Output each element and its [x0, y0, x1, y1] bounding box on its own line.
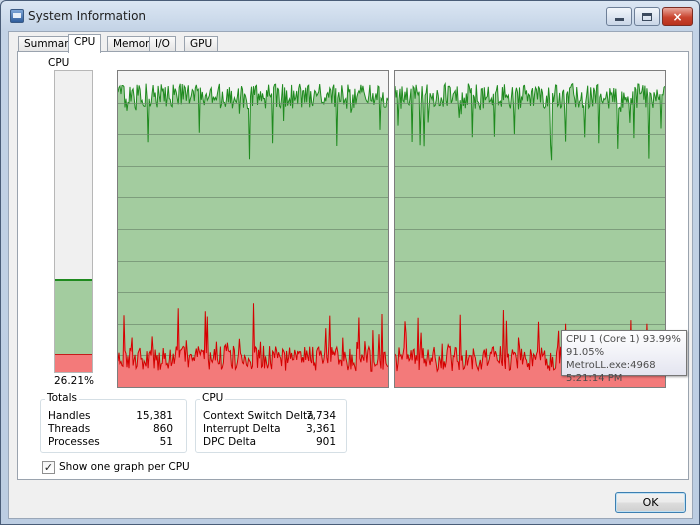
processes-value: 51 — [159, 436, 173, 448]
cpu-meter-label: CPU — [48, 57, 70, 69]
dpc-value: 901 — [315, 436, 336, 448]
ok-button[interactable]: OK — [615, 492, 686, 513]
totals-group-title: Totals — [45, 392, 79, 404]
tab-gpu[interactable]: GPU — [184, 36, 219, 52]
checkmark-icon: ✓ — [43, 461, 54, 474]
cpu-stats-row-interrupt: Interrupt Delta 3,361 — [203, 423, 336, 436]
maximize-button[interactable] — [634, 7, 660, 26]
tab-io[interactable]: I/O — [149, 36, 176, 52]
minimize-icon — [614, 18, 624, 21]
cpu-usage-meter — [54, 70, 93, 373]
close-icon: × — [672, 9, 683, 24]
totals-group: Totals Handles 15,381 Threads 860 Proces… — [40, 392, 187, 453]
cpu-stats-row-dpc: DPC Delta 901 — [203, 436, 336, 449]
system-information-window: System Information × Summary CPU Memory … — [0, 0, 700, 525]
cpu-stats-group-title: CPU — [200, 392, 226, 404]
cpu-graph-tooltip: CPU 1 (Core 1) 93.99% 91.05% MetroLL.exe… — [561, 330, 687, 384]
totals-row-threads: Threads 860 — [48, 423, 173, 436]
handles-value: 15,381 — [136, 410, 173, 422]
title-bar[interactable]: System Information × — [1, 1, 699, 31]
tooltip-line-time: 5:21:14 PM — [566, 373, 623, 384]
cpu-tab-panel: CPU 26.21% Totals Handles 15,381 Threads — [17, 51, 689, 480]
tooltip-line-process: 91.05% MetroLL.exe:4968 — [566, 347, 656, 371]
interrupt-value: 3,361 — [305, 423, 336, 435]
dialog-client-area: Summary CPU Memory I/O GPU CPU 26.21% To… — [8, 31, 693, 519]
one-graph-per-cpu-label[interactable]: Show one graph per CPU — [59, 461, 190, 473]
cpu-core-0-graph[interactable] — [117, 70, 389, 388]
app-icon — [10, 9, 24, 23]
maximize-icon — [642, 12, 652, 21]
context-switch-value: 7,734 — [305, 410, 336, 422]
threads-value: 860 — [152, 423, 173, 435]
totals-row-handles: Handles 15,381 — [48, 410, 173, 423]
one-graph-per-cpu-checkbox[interactable]: ✓ — [42, 461, 55, 474]
tab-cpu[interactable]: CPU — [68, 34, 102, 53]
cpu-core-0-history-chart — [118, 83, 388, 387]
totals-row-processes: Processes 51 — [48, 436, 173, 449]
close-button[interactable]: × — [662, 7, 693, 26]
cpu-kernel-fill — [55, 354, 92, 372]
cpu-stats-row-context-switch: Context Switch Delta 7,734 — [203, 410, 336, 423]
tooltip-line-core: CPU 1 (Core 1) 93.99% — [566, 334, 681, 345]
cpu-usage-percent: 26.21% — [53, 375, 95, 387]
window-title: System Information — [28, 9, 147, 23]
cpu-stats-group: CPU Context Switch Delta 7,734 Interrupt… — [195, 392, 347, 453]
minimize-button[interactable] — [606, 7, 632, 26]
